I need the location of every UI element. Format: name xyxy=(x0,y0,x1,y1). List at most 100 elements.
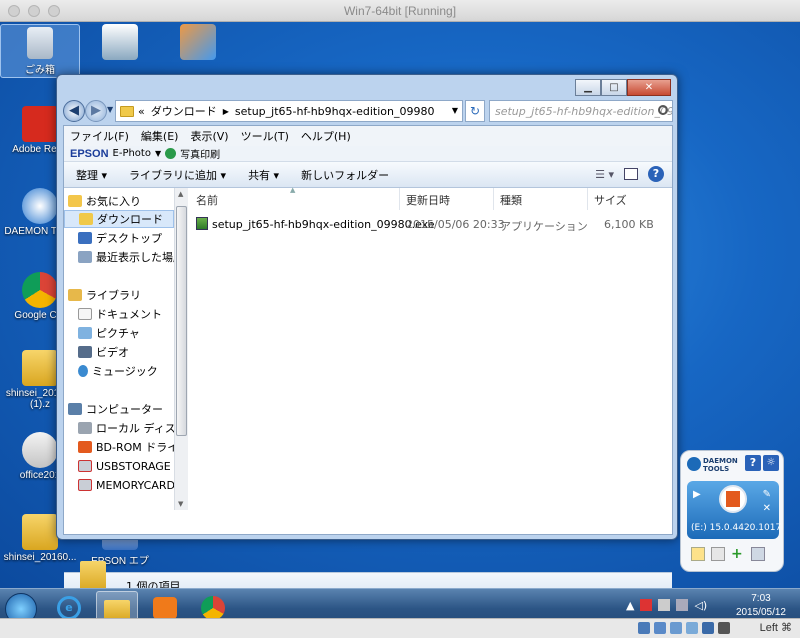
nav-bd-rom[interactable]: BD-ROM ドライブ xyxy=(64,438,174,456)
daemon-image-icon[interactable] xyxy=(711,547,725,561)
content-area: お気に入り ダウンロード デスクトップ 最近表示した場所 xyxy=(64,186,672,588)
computer-icon xyxy=(68,403,82,415)
host-status-icons xyxy=(638,622,730,634)
search-input[interactable]: setup_jt65-hf-hb9hqx-edition_09... xyxy=(489,100,673,122)
tray-device-icon[interactable] xyxy=(658,599,671,611)
tray-expand-icon[interactable]: ▲ xyxy=(626,599,634,612)
epson-ephoto-button[interactable]: E-Photo xyxy=(113,148,151,159)
nav-scrollbar[interactable]: ▲ ▼ xyxy=(174,188,188,510)
tray-volume-icon[interactable]: ◁) xyxy=(694,599,707,612)
search-icon xyxy=(658,105,668,115)
picture-icon xyxy=(102,24,138,60)
daemon-drive-panel[interactable]: ▶ ✎ ✕ (E:) 15.0.4420.1017 xyxy=(687,481,781,539)
menu-file[interactable]: ファイル(F) xyxy=(70,128,129,144)
daemon-drive-icon[interactable] xyxy=(751,547,765,561)
maximize-button[interactable]: □ xyxy=(601,79,627,96)
host-audio-icon[interactable] xyxy=(670,622,682,634)
host-window-title: Win7-64bit [Running] xyxy=(343,4,457,18)
daemon-unmount-icon[interactable]: ✕ xyxy=(763,503,771,514)
table-row[interactable]: setup_jt65-hf-hb9hqx-edition_09980.exe 2… xyxy=(190,214,672,234)
breadcrumb-separator-icon[interactable]: ▶ xyxy=(223,107,229,116)
forward-button[interactable]: ▶ xyxy=(85,100,107,122)
refresh-button[interactable]: ↻ xyxy=(465,100,485,122)
nav-downloads[interactable]: ダウンロード xyxy=(64,210,174,228)
zip-folder-icon xyxy=(22,350,58,386)
navigation-pane: お気に入り ダウンロード デスクトップ 最近表示した場所 xyxy=(64,188,174,510)
disc-image-icon xyxy=(22,432,58,468)
history-dropdown-icon[interactable]: ▼ xyxy=(107,105,113,114)
host-title-bar: Win7-64bit [Running] xyxy=(0,0,800,22)
host-disk-icon[interactable] xyxy=(638,622,650,634)
daemon-add-icon[interactable]: + xyxy=(731,547,745,561)
add-to-library-button[interactable]: ライブラリに追加 ▾ xyxy=(129,167,226,183)
share-button[interactable]: 共有 ▾ xyxy=(248,167,279,183)
nav-favorites[interactable]: お気に入り xyxy=(64,192,174,210)
address-dropdown-icon[interactable]: ▼ xyxy=(452,106,458,115)
host-capture-icon[interactable] xyxy=(718,622,730,634)
daemon-logo-icon xyxy=(687,457,701,471)
photo-print-button[interactable]: 写真印刷 xyxy=(180,146,220,161)
nav-memory-card[interactable]: MEMORYCARD xyxy=(64,476,174,494)
folder-icon xyxy=(22,514,58,550)
status-bar: 1 個の項目 xyxy=(64,561,672,588)
nav-recent-places[interactable]: 最近表示した場所 xyxy=(64,248,174,266)
nav-local-disk[interactable]: ローカル ディスク xyxy=(64,419,174,437)
nav-pictures[interactable]: ピクチャ xyxy=(64,324,174,342)
nav-usb-storage[interactable]: USBSTORAGE ( xyxy=(64,457,174,475)
address-bar[interactable]: « ダウンロード ▶ setup_jt65-hf-hb9hqx-edition_… xyxy=(115,100,463,122)
nav-computer[interactable]: コンピューター xyxy=(64,400,174,418)
column-size[interactable]: サイズ xyxy=(588,188,672,210)
preview-pane-icon[interactable] xyxy=(624,168,638,180)
tray-flag-icon[interactable] xyxy=(640,599,653,611)
daemon-play-icon[interactable]: ▶ xyxy=(693,489,701,500)
menu-bar: ファイル(F) 編集(E) 表示(V) ツール(T) ヘルプ(H) xyxy=(64,126,672,146)
nav-videos[interactable]: ビデオ xyxy=(64,343,174,361)
nav-desktop[interactable]: デスクトップ xyxy=(64,229,174,247)
scroll-down-icon[interactable]: ▼ xyxy=(178,500,183,508)
nav-documents[interactable]: ドキュメント xyxy=(64,305,174,323)
daemon-tools-icon[interactable]: ✎ xyxy=(763,489,771,500)
nav-libraries[interactable]: ライブラリ xyxy=(64,286,174,304)
back-button[interactable]: ◀ xyxy=(63,100,85,122)
organize-button[interactable]: 整理 ▾ xyxy=(76,167,107,183)
desktop-icon-mountain[interactable] xyxy=(80,24,160,62)
desktop-icon-photo[interactable] xyxy=(158,24,238,62)
internet-explorer-icon: e xyxy=(57,596,81,620)
epson-dropdown-icon[interactable]: ▼ xyxy=(155,149,161,158)
view-options-icon[interactable]: ☰ ▾ xyxy=(595,168,614,181)
memory-card-icon xyxy=(78,479,92,491)
menu-view[interactable]: 表示(V) xyxy=(190,128,228,144)
column-type[interactable]: 種類 xyxy=(494,188,588,210)
breadcrumb-current[interactable]: setup_jt65-hf-hb9hqx-edition_09980 xyxy=(235,105,435,118)
libraries-icon xyxy=(68,289,82,301)
taskbar-clock[interactable]: 7:03 2015/05/12 xyxy=(736,592,786,620)
breadcrumb-downloads[interactable]: ダウンロード xyxy=(151,103,217,119)
desktop-icon-recycle-bin[interactable]: ごみ箱 xyxy=(0,24,80,78)
media-player-icon xyxy=(153,597,177,619)
scroll-up-icon[interactable]: ▲ xyxy=(178,190,183,198)
menu-help[interactable]: ヘルプ(H) xyxy=(301,128,351,144)
host-usb-icon[interactable] xyxy=(702,622,714,634)
tray-network-icon[interactable] xyxy=(676,599,689,611)
minimize-button[interactable]: ▁ xyxy=(575,79,601,96)
epson-toolbar: EPSON E-Photo ▼ 写真印刷 xyxy=(64,146,672,162)
host-network-icon[interactable] xyxy=(686,622,698,634)
folder-large-icon xyxy=(80,561,106,588)
new-folder-button[interactable]: 新しいフォルダー xyxy=(301,167,389,183)
daemon-help-icon[interactable]: ? xyxy=(745,455,761,471)
help-icon[interactable]: ? xyxy=(648,166,664,182)
documents-icon xyxy=(78,308,92,320)
host-key-label: Left ⌘ xyxy=(759,622,792,634)
scroll-thumb[interactable] xyxy=(176,206,187,436)
close-button[interactable]: ✕ xyxy=(627,79,671,96)
daemon-settings-icon[interactable]: ☼ xyxy=(763,455,779,471)
chrome-icon xyxy=(22,272,58,308)
daemon-mount-icon[interactable] xyxy=(691,547,705,561)
menu-tools[interactable]: ツール(T) xyxy=(241,128,289,144)
column-name[interactable]: 名前 ▲ xyxy=(190,186,400,210)
office-disc-icon xyxy=(78,441,92,453)
nav-music[interactable]: ミュージック xyxy=(64,362,174,380)
host-optical-icon[interactable] xyxy=(654,622,666,634)
menu-edit[interactable]: 編集(E) xyxy=(141,128,179,144)
column-modified[interactable]: 更新日時 xyxy=(400,188,494,210)
